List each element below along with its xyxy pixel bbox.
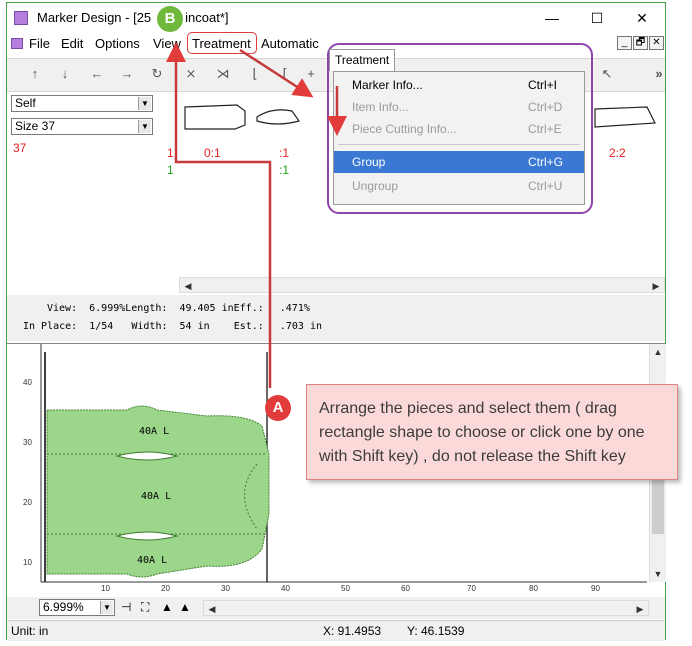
step-b-badge: B bbox=[157, 6, 183, 32]
annotation-arrows bbox=[166, 42, 347, 388]
step-a-badge: A bbox=[265, 395, 291, 421]
instruction-callout: Arrange the pieces and select them ( dra… bbox=[306, 384, 678, 480]
